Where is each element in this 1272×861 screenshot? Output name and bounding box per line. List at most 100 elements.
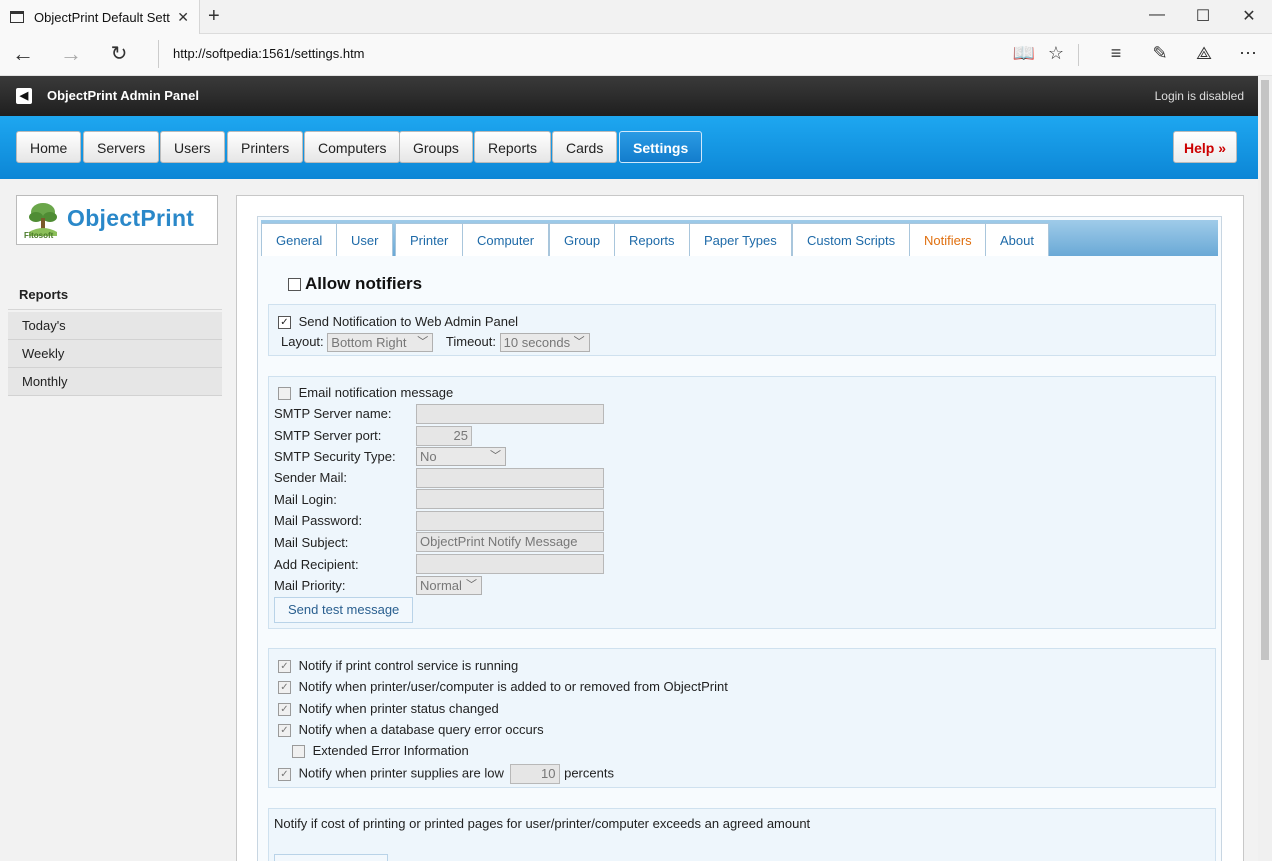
sender-mail-input[interactable] (416, 468, 604, 488)
share-icon[interactable]: ⟁ (1192, 43, 1216, 64)
settings-panel: General User Printer Computer Group Repo… (236, 195, 1244, 861)
settings-tabstrip: General User Printer Computer Group Repo… (261, 220, 1218, 256)
added-removed-checkbox[interactable]: ✓ (278, 681, 291, 695)
service-running-checkbox[interactable]: ✓ (278, 660, 291, 674)
page-scrollbar[interactable] (1258, 76, 1272, 861)
email-checkbox[interactable] (278, 387, 291, 401)
back-icon[interactable]: ← (8, 41, 38, 67)
admin-title: ObjectPrint Admin Panel (47, 88, 199, 103)
extended-error-checkbox[interactable] (292, 745, 305, 759)
logo-subtext: Fitosoft (24, 231, 54, 240)
tab-about[interactable]: About (985, 223, 1049, 256)
refresh-icon[interactable]: ↻ (104, 41, 134, 67)
favorite-star-icon[interactable]: ☆ (1044, 43, 1068, 64)
menu-groups[interactable]: Groups (399, 131, 473, 163)
tab-paper-types[interactable]: Paper Types (689, 223, 792, 256)
tab-user[interactable]: User (336, 223, 394, 256)
email-label: Email notification message (298, 385, 454, 400)
sidebar-item-weekly[interactable]: Weekly (8, 340, 222, 368)
logo-text: ObjectPrint (67, 205, 195, 231)
allow-notifiers-row: Allow notifiers (288, 274, 422, 294)
mail-password-input[interactable] (416, 511, 604, 531)
more-icon[interactable]: ⋯ (1236, 43, 1260, 64)
cost-section: Notify if cost of printing or printed pa… (268, 808, 1216, 861)
db-error-checkbox[interactable]: ✓ (278, 724, 291, 738)
status-changed-label: Notify when printer status changed (298, 701, 499, 716)
supplies-percent-input[interactable]: 10 (510, 764, 561, 784)
menu-computers[interactable]: Computers (304, 131, 401, 163)
status-changed-checkbox[interactable]: ✓ (278, 703, 291, 717)
menu-users[interactable]: Users (160, 131, 225, 163)
add-notification-button[interactable] (274, 854, 388, 861)
collapse-arrow-icon[interactable]: ◀ (16, 88, 32, 104)
sidebar-section-reports: Reports (19, 287, 69, 302)
tab-reports[interactable]: Reports (614, 223, 690, 256)
menu-printers[interactable]: Printers (227, 131, 304, 163)
scrollbar-thumb[interactable] (1261, 80, 1269, 660)
menu-servers[interactable]: Servers (83, 131, 160, 163)
web-note-icon[interactable]: ✎ (1148, 43, 1172, 64)
add-recipient-input[interactable] (416, 554, 604, 574)
web-panel-checkbox[interactable]: ✓ (278, 316, 291, 330)
maximize-icon[interactable]: ☐ (1180, 6, 1226, 26)
smtp-port-input[interactable]: 25 (416, 426, 472, 446)
forward-icon[interactable]: → (56, 41, 86, 67)
service-running-label: Notify if print control service is runni… (298, 658, 519, 673)
mail-priority-value: Normal (420, 578, 462, 593)
send-test-message-button[interactable]: Send test message (274, 597, 414, 623)
tab-general[interactable]: General (261, 223, 338, 256)
timeout-label: Timeout: (445, 333, 496, 349)
supplies-low-checkbox[interactable]: ✓ (278, 767, 291, 781)
chevron-down-icon: ﹀ (417, 336, 429, 348)
menu-reports[interactable]: Reports (474, 131, 552, 163)
mail-subject-input[interactable]: ObjectPrint Notify Message (416, 532, 604, 552)
hub-icon[interactable]: ≡ (1104, 43, 1128, 64)
menu-cards[interactable]: Cards (552, 131, 618, 163)
minimize-icon[interactable]: — (1134, 6, 1180, 24)
mail-login-input[interactable] (416, 489, 604, 509)
events-section: ✓ Notify if print control service is run… (268, 648, 1216, 788)
tab-notifiers[interactable]: Notifiers (909, 223, 987, 256)
main-content: General User Printer Computer Group Repo… (236, 179, 1258, 861)
new-tab-icon[interactable]: + (208, 5, 220, 28)
help-button[interactable]: Help » (1173, 131, 1237, 163)
close-tab-icon[interactable]: ✕ (177, 9, 189, 26)
sidebar-divider (8, 309, 222, 310)
tab-group[interactable]: Group (549, 223, 616, 256)
admin-header: ◀ ObjectPrint Admin Panel Login is disab… (0, 76, 1258, 116)
browser-tabbar: ObjectPrint Default Sett ✕ + — ☐ ✕ (0, 0, 1272, 34)
sender-mail-label: Sender Mail: (274, 470, 347, 485)
chevron-down-icon: ﹀ (466, 579, 477, 591)
reading-view-icon[interactable]: 📖 (1012, 43, 1036, 64)
email-section: Email notification message SMTP Server n… (268, 376, 1216, 629)
toolbar-divider (1078, 44, 1079, 66)
sidebar: Fitosoft ObjectPrint Reports Today's Wee… (0, 179, 236, 861)
security-type-select[interactable]: No security﹀ (416, 447, 506, 481)
tab-custom-scripts[interactable]: Custom Scripts (792, 223, 911, 256)
main-menu: Home Servers Users Printers Computers Gr… (0, 116, 1258, 179)
timeout-select[interactable]: 10 seconds ﹀ (499, 333, 590, 352)
supplies-unit-label: percents (564, 765, 614, 781)
smtp-port-label: SMTP Server port: (274, 428, 382, 443)
objectprint-logo: Fitosoft ObjectPrint (16, 195, 218, 245)
layout-select[interactable]: Bottom Right ﹀ (327, 333, 434, 352)
sidebar-item-todays[interactable]: Today's (8, 312, 222, 340)
mail-priority-select[interactable]: Normal ﹀ (416, 576, 482, 595)
browser-tab[interactable]: ObjectPrint Default Sett ✕ (0, 0, 200, 34)
tab-computer[interactable]: Computer (462, 223, 550, 256)
tab-printer[interactable]: Printer (395, 223, 464, 256)
close-window-icon[interactable]: ✕ (1226, 6, 1272, 26)
menu-settings[interactable]: Settings (619, 131, 703, 163)
login-status: Login is disabled (1154, 89, 1244, 103)
web-panel-label: Send Notification to Web Admin Panel (298, 314, 519, 329)
supplies-low-label: Notify when printer supplies are low (298, 765, 504, 781)
sidebar-item-monthly[interactable]: Monthly (8, 368, 222, 396)
menu-home[interactable]: Home (16, 131, 82, 163)
timeout-value: 10 seconds (503, 335, 571, 350)
smtp-server-input[interactable] (416, 404, 604, 424)
db-error-label: Notify when a database query error occur… (298, 722, 544, 737)
cost-label: Notify if cost of printing or printed pa… (274, 816, 811, 831)
browser-tab-title: ObjectPrint Default Sett (34, 9, 170, 25)
address-bar[interactable]: http://softpedia:1561/settings.htm (158, 40, 998, 68)
allow-notifiers-checkbox[interactable] (288, 277, 301, 291)
